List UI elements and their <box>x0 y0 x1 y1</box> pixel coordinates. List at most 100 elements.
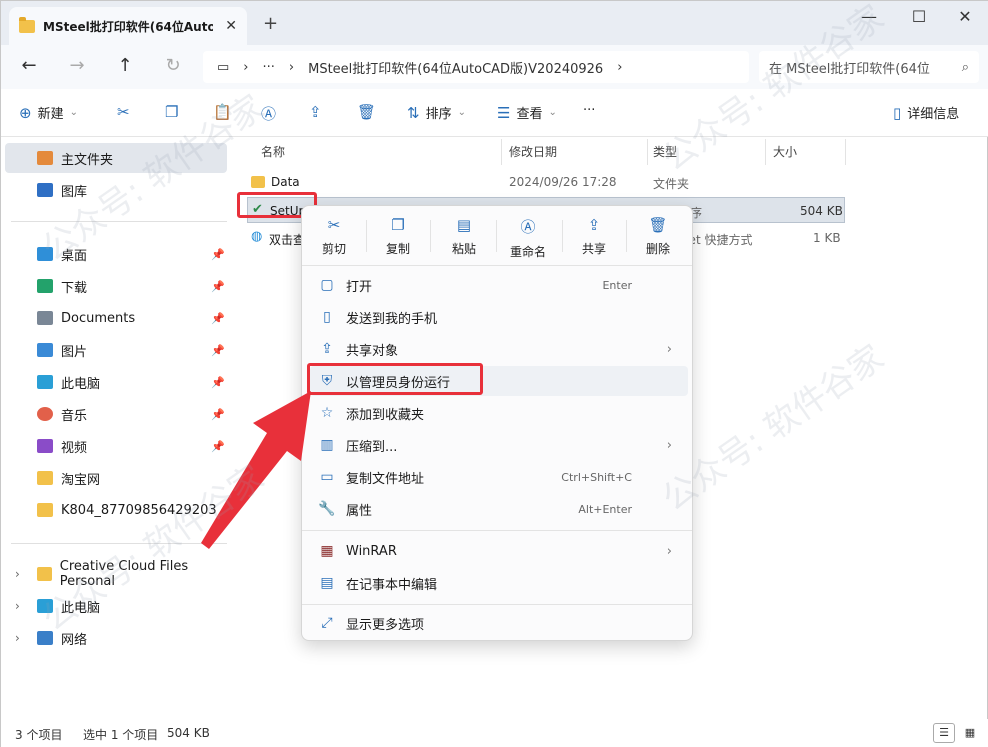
paste-button[interactable]: 📋 <box>213 103 238 121</box>
more-options-button[interactable]: ··· <box>583 103 595 118</box>
tab-close-icon[interactable]: ✕ <box>225 18 237 34</box>
sidebar-item-label: 主文件夹 <box>61 152 114 168</box>
status-selected: 选中 1 个项目 <box>83 728 159 742</box>
explorer-window: MSteel批打印软件(64位AutoC ✕ + — ☐ ✕ ← → ↑ ↻ ▭… <box>0 0 988 747</box>
download-icon <box>37 279 53 293</box>
tree-item-creative-cloud[interactable]: › Creative Cloud Files Personal <box>1 559 233 589</box>
back-arrow-icon[interactable]: ← <box>15 55 43 76</box>
file-date: 2024/09/26 17:28 <box>509 175 617 189</box>
rename-action[interactable]: Ⓐ 重命名 <box>502 216 554 260</box>
details-pane-icon: ▯ <box>893 103 902 122</box>
sidebar-item-desktop[interactable]: 桌面 📌 <box>1 239 233 269</box>
sidebar-item-gallery[interactable]: 图库 <box>1 175 233 205</box>
menu-item-label: 压缩到... <box>346 439 398 455</box>
details-view-icon[interactable]: ☰ <box>933 723 955 743</box>
menu-item-compress[interactable]: ▥ 压缩到... › <box>310 430 688 460</box>
gallery-icon <box>37 183 53 197</box>
address-bar[interactable]: ▭ › ··· › MSteel批打印软件(64位AutoCAD版)V20240… <box>203 51 749 83</box>
action-separator <box>562 220 563 252</box>
share-icon: ⇪ <box>309 103 322 121</box>
menu-item-open[interactable]: ▢ 打开 Enter <box>310 270 688 300</box>
menu-item-edit-notepad[interactable]: ▤ 在记事本中编辑 <box>310 568 688 598</box>
sidebar-item-label: 下载 <box>61 280 88 296</box>
share-action[interactable]: ⇪ 共享 <box>568 216 620 257</box>
new-button[interactable]: ⊕ 新建 ⌄ <box>19 103 78 123</box>
refresh-icon[interactable]: ↻ <box>159 55 187 76</box>
action-separator <box>626 220 627 252</box>
sidebar-item-home[interactable]: 主文件夹 <box>5 143 227 173</box>
video-icon <box>37 439 53 453</box>
pictures-icon <box>37 343 53 357</box>
view-button[interactable]: ☰ 查看 ⌄ <box>497 103 557 123</box>
sidebar-item-downloads[interactable]: 下载 📌 <box>1 271 233 301</box>
column-separator[interactable] <box>647 139 648 165</box>
chevron-right-icon[interactable]: › <box>15 631 20 645</box>
open-icon: ▢ <box>320 277 334 293</box>
close-button[interactable]: ✕ <box>945 7 985 26</box>
context-menu: ✂ 剪切 ❐ 复制 ▤ 粘贴 Ⓐ 重命名 ⇪ 共享 🗑 删除 ▢ 打开 Enter ▯ 发送… <box>301 205 693 641</box>
cut-button[interactable]: ✂ <box>117 103 136 121</box>
pin-icon[interactable]: 📌 <box>211 280 225 293</box>
menu-item-share-with[interactable]: ⇪ 共享对象 › <box>310 334 688 364</box>
expand-icon: ⤢ <box>321 615 333 631</box>
chevron-right-icon[interactable]: › <box>15 567 20 581</box>
breadcrumb-current-folder[interactable]: MSteel批打印软件(64位AutoCAD版)V20240926 <box>308 58 603 77</box>
pc-icon <box>37 599 53 613</box>
menu-item-add-favorites[interactable]: ☆ 添加到收藏夹 <box>310 398 688 428</box>
breadcrumb-overflow[interactable]: ··· <box>263 60 275 75</box>
plus-circle-icon: ⊕ <box>19 103 32 122</box>
rename-button[interactable]: Ⓐ <box>261 103 282 124</box>
tiles-view-icon[interactable]: ▦ <box>959 723 981 743</box>
menu-item-copy-path[interactable]: ▭ 复制文件地址 Ctrl+Shift+C <box>310 462 688 492</box>
column-header-type[interactable]: 类型 <box>653 143 677 160</box>
sidebar-item-pictures[interactable]: 图片 📌 <box>1 335 233 365</box>
column-separator[interactable] <box>501 139 502 165</box>
column-header-date[interactable]: 修改日期 <box>509 143 557 160</box>
trash-icon: 🗑 <box>648 216 668 234</box>
table-row[interactable]: Data 2024/09/26 17:28 文件夹 <box>247 169 845 195</box>
minimize-button[interactable]: — <box>849 7 889 26</box>
pin-icon[interactable]: 📌 <box>211 248 225 261</box>
menu-item-show-more[interactable]: ⤢ 显示更多选项 <box>310 608 688 638</box>
pin-icon[interactable]: 📌 <box>211 344 225 357</box>
document-icon <box>37 311 53 325</box>
tree-item-network[interactable]: › 网络 <box>1 623 233 653</box>
folder-icon <box>37 503 53 517</box>
view-label: 查看 <box>516 107 543 122</box>
forward-arrow-icon[interactable]: → <box>63 55 91 76</box>
tree-item-this-pc[interactable]: › 此电脑 <box>1 591 233 621</box>
delete-action[interactable]: 🗑 删除 <box>632 216 684 257</box>
tab-active[interactable]: MSteel批打印软件(64位AutoC ✕ <box>9 7 247 45</box>
status-size: 504 KB <box>167 726 210 740</box>
search-icon: ⌕ <box>961 59 969 75</box>
copy-icon: ❐ <box>165 103 179 121</box>
file-name: Data <box>271 175 300 189</box>
up-arrow-icon[interactable]: ↑ <box>111 55 139 76</box>
menu-item-send-to-phone[interactable]: ▯ 发送到我的手机 <box>310 302 688 332</box>
status-bar: 3 个项目 选中 1 个项目 504 KB ☰ ▦ <box>1 719 988 747</box>
copy-button[interactable]: ❐ <box>165 103 184 121</box>
chevron-right-icon[interactable]: › <box>15 599 20 613</box>
new-tab-button[interactable]: + <box>263 13 278 34</box>
chevron-right-icon: › <box>666 437 672 453</box>
share-button[interactable]: ⇪ <box>309 103 328 121</box>
column-header-size[interactable]: 大小 <box>773 143 797 160</box>
copy-action[interactable]: ❐ 复制 <box>372 216 424 257</box>
delete-button[interactable]: 🗑 <box>357 103 382 121</box>
menu-item-properties[interactable]: 🔧 属性 Alt+Enter <box>310 494 688 524</box>
sidebar-item-documents[interactable]: Documents 📌 <box>1 303 233 333</box>
details-pane-button[interactable]: ▯ 详细信息 <box>893 103 959 123</box>
pin-icon[interactable]: 📌 <box>211 312 225 325</box>
maximize-button[interactable]: ☐ <box>899 7 939 26</box>
column-separator[interactable] <box>845 139 846 165</box>
paste-action[interactable]: ▤ 粘贴 <box>438 216 490 257</box>
action-label: 删除 <box>645 242 670 256</box>
sort-button[interactable]: ⇅ 排序 ⌄ <box>407 103 466 123</box>
chevron-down-icon: ⌄ <box>548 107 557 118</box>
column-header-name[interactable]: 名称 <box>261 143 285 160</box>
cut-action[interactable]: ✂ 剪切 <box>308 216 360 257</box>
search-input[interactable]: 在 MSteel批打印软件(64位 ⌕ <box>759 51 979 83</box>
action-label: 复制 <box>385 242 410 256</box>
column-separator[interactable] <box>765 139 766 165</box>
menu-item-winrar[interactable]: ▦ WinRAR › <box>310 536 688 566</box>
